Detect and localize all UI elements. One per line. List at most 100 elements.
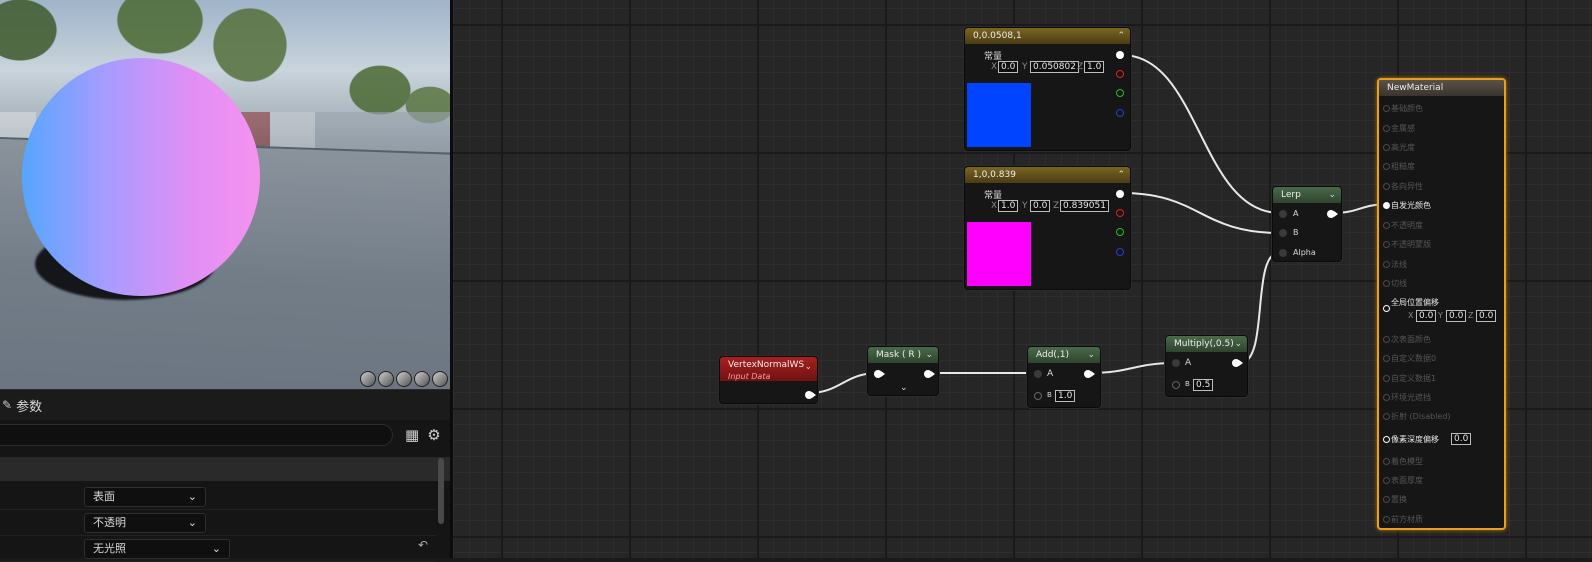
input-displacement[interactable]: 置换: [1383, 494, 1407, 505]
input-metallic[interactable]: 金属感: [1383, 123, 1415, 134]
material-result-node[interactable]: NewMaterial 基础颜色 金属感 高光度 粗糙度 各向异性 自发光颜色 …: [1377, 78, 1506, 530]
input-pin-a[interactable]: [1172, 359, 1180, 367]
input-pin-b[interactable]: [1034, 392, 1042, 400]
input-pin[interactable]: [1383, 280, 1390, 287]
collapse-caret-icon[interactable]: ⌄: [1234, 336, 1242, 352]
gear-icon[interactable]: ⚙: [427, 426, 440, 444]
collapse-caret-icon[interactable]: ⌃: [1117, 28, 1125, 44]
input-emissive-color[interactable]: 自发光颜色: [1383, 200, 1431, 211]
input-pin[interactable]: [1383, 413, 1390, 420]
input-pin[interactable]: [874, 370, 885, 378]
input-pin-a[interactable]: [1034, 370, 1042, 378]
input-pin[interactable]: [1383, 202, 1390, 209]
input-pin[interactable]: [1383, 305, 1390, 312]
b-value-input[interactable]: 1.0: [1055, 390, 1076, 402]
pixel-depth-offset-input[interactable]: 0.0: [1451, 433, 1472, 445]
output-pin-g[interactable]: [1116, 228, 1124, 236]
b-value-input[interactable]: 0.5: [1193, 379, 1214, 391]
input-custom-data-1[interactable]: 自定义数据1: [1383, 373, 1436, 384]
material-preview-viewport[interactable]: [0, 0, 450, 389]
input-pin[interactable]: [1383, 144, 1390, 151]
material-domain-dropdown[interactable]: 表面 ⌄: [84, 487, 206, 507]
input-pin[interactable]: [1383, 436, 1390, 443]
output-pin-b[interactable]: [1116, 109, 1124, 117]
blend-mode-dropdown[interactable]: 不透明 ⌄: [84, 513, 206, 533]
input-pin[interactable]: [1383, 105, 1390, 112]
input-pixel-depth-offset[interactable]: 像素深度偏移: [1383, 434, 1439, 445]
details-search-input[interactable]: [0, 424, 393, 446]
output-pin[interactable]: [1084, 370, 1095, 378]
details-tab[interactable]: ✎ 参数: [0, 390, 450, 420]
multiply-node[interactable]: Multiply(,0.5) ⌄ A B 0.5: [1165, 335, 1248, 397]
const-x-input[interactable]: 0.0: [998, 61, 1019, 73]
input-anisotropy[interactable]: 各向异性: [1383, 181, 1423, 192]
vertex-normal-ws-node[interactable]: VertexNormalWS Input Data ⌄: [719, 356, 818, 404]
output-pin[interactable]: [805, 391, 816, 399]
cube-icon[interactable]: [414, 371, 430, 387]
input-normal[interactable]: 法线: [1383, 259, 1407, 270]
node-header[interactable]: Mask ( R ) ⌄: [868, 347, 938, 363]
output-pin[interactable]: [1327, 210, 1338, 218]
shading-model-dropdown[interactable]: 无光照 ⌄: [84, 539, 230, 559]
sphere-icon[interactable]: [378, 371, 394, 387]
node-header[interactable]: 0,0.0508,1 ⌃: [965, 28, 1130, 44]
input-specular[interactable]: 高光度: [1383, 142, 1415, 153]
input-tangent[interactable]: 切线: [1383, 278, 1407, 289]
node-header[interactable]: VertexNormalWS Input Data ⌄: [720, 357, 817, 381]
mask-r-node[interactable]: Mask ( R ) ⌄ ⌄: [867, 346, 939, 396]
plane-icon[interactable]: [396, 371, 412, 387]
input-ambient-occlusion[interactable]: 环境光遮挡: [1383, 392, 1431, 403]
input-refraction[interactable]: 折射 (Disabled): [1383, 411, 1451, 422]
input-surface-thickness[interactable]: 表面厚度: [1383, 475, 1423, 486]
collapse-caret-icon[interactable]: ⌄: [1087, 347, 1095, 363]
const-y-input[interactable]: 0.050802: [1030, 61, 1079, 73]
input-custom-data-0[interactable]: 自定义数据0: [1383, 353, 1436, 364]
const-y-input[interactable]: 0.0: [1030, 200, 1051, 212]
input-pin-alpha[interactable]: [1279, 249, 1287, 257]
input-pin[interactable]: [1383, 458, 1390, 465]
input-pin[interactable]: [1383, 241, 1390, 248]
input-pin[interactable]: [1383, 163, 1390, 170]
input-pin-b[interactable]: [1279, 229, 1287, 237]
const-z-input[interactable]: 0.839051: [1060, 200, 1109, 212]
node-header[interactable]: NewMaterial: [1379, 80, 1504, 96]
input-shading-model[interactable]: 着色模型: [1383, 456, 1423, 467]
output-pin-r[interactable]: [1116, 70, 1124, 78]
node-header[interactable]: Lerp ⌄: [1273, 187, 1341, 203]
input-subsurface-color[interactable]: 次表面颜色: [1383, 334, 1431, 345]
node-header[interactable]: 1,0,0.839 ⌃: [965, 167, 1130, 183]
input-pin[interactable]: [1383, 125, 1390, 132]
cylinder-icon[interactable]: [360, 371, 376, 387]
input-front-material[interactable]: 前方材质: [1383, 514, 1423, 525]
output-pin-rgb[interactable]: [1116, 190, 1124, 198]
const-x-input[interactable]: 1.0: [998, 200, 1019, 212]
input-pin-a[interactable]: [1279, 210, 1287, 218]
output-pin[interactable]: [1232, 359, 1243, 367]
details-category-header[interactable]: [0, 457, 450, 481]
wpo-z-input[interactable]: 0.0: [1476, 310, 1497, 322]
wpo-y-input[interactable]: 0.0: [1446, 310, 1467, 322]
constant3vector-node-magenta[interactable]: 1,0,0.839 ⌃ 常量 X 1.0 Y 0.0 Z 0.839051: [964, 166, 1131, 290]
input-pin[interactable]: [1383, 394, 1390, 401]
collapse-caret-icon[interactable]: ⌄: [804, 361, 812, 374]
table-view-icon[interactable]: ▦: [405, 426, 419, 444]
input-roughness[interactable]: 粗糙度: [1383, 161, 1415, 172]
input-pin[interactable]: [1383, 183, 1390, 190]
input-pin[interactable]: [1383, 355, 1390, 362]
input-pin[interactable]: [1383, 261, 1390, 268]
input-pin[interactable]: [1383, 375, 1390, 382]
add-node[interactable]: Add(,1) ⌄ A B 1.0: [1027, 346, 1101, 408]
lerp-node[interactable]: Lerp ⌄ A B Alpha: [1272, 186, 1342, 262]
details-scrollbar[interactable]: [438, 458, 444, 524]
const-z-input[interactable]: 1.0: [1084, 61, 1105, 73]
input-pin[interactable]: [1383, 496, 1390, 503]
output-pin-b[interactable]: [1116, 248, 1124, 256]
input-world-position-offset[interactable]: 全局位置偏移: [1383, 297, 1439, 312]
constant3vector-node-blue[interactable]: 0,0.0508,1 ⌃ 常量 X 0.0 Y 0.050802 Z 1.0: [964, 27, 1131, 151]
wpo-x-input[interactable]: 0.0: [1416, 310, 1437, 322]
input-pin[interactable]: [1383, 516, 1390, 523]
node-header[interactable]: Add(,1) ⌄: [1028, 347, 1100, 363]
output-pin-r[interactable]: [1116, 209, 1124, 217]
output-pin[interactable]: [924, 370, 935, 378]
input-pin[interactable]: [1383, 477, 1390, 484]
